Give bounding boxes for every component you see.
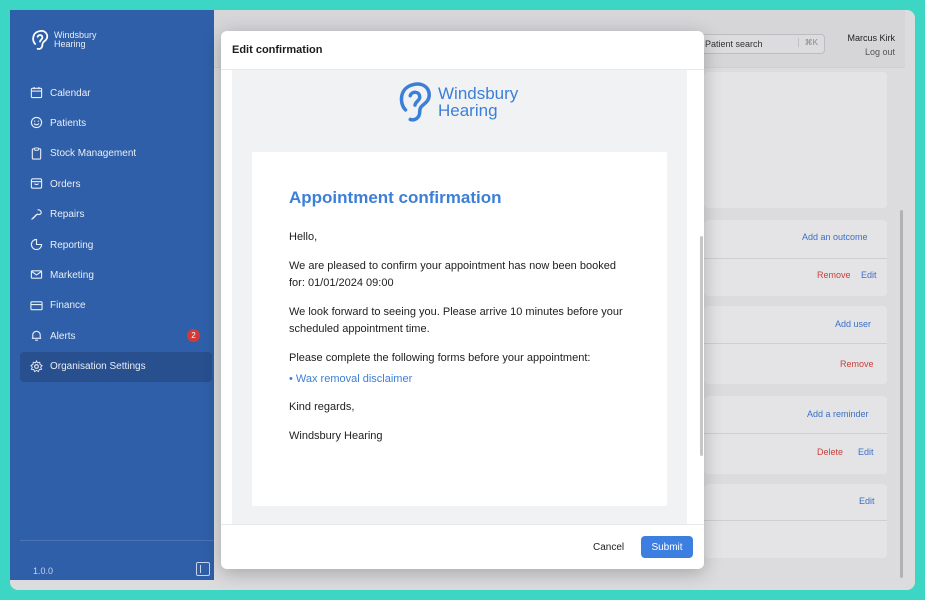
sidebar-item-label: Calendar <box>50 87 91 99</box>
email-paragraph: We look forward to seeing you. Please ar… <box>289 306 623 335</box>
sidebar-item-label: Orders <box>50 178 81 190</box>
sidebar-item-label: Finance <box>50 300 86 312</box>
row-divider <box>704 258 887 259</box>
remove-user-link[interactable]: Remove <box>840 359 874 369</box>
sidebar-item-repairs[interactable]: Repairs <box>20 200 212 230</box>
wax-removal-form-link[interactable]: • Wax removal disclaimer <box>289 373 630 385</box>
sidebar-item-organisation-settings[interactable]: Organisation Settings <box>20 351 212 382</box>
collapse-sidebar-button[interactable] <box>196 562 210 576</box>
email-greeting: Hello, <box>289 231 318 243</box>
sidebar-item-marketing[interactable]: Marketing <box>20 260 212 290</box>
sidebar-item-label: Repairs <box>50 209 85 221</box>
sidebar-nav: Calendar Patients Stock Management Order… <box>20 78 212 382</box>
sidebar-item-label: Reporting <box>50 239 94 251</box>
mail-icon <box>30 270 43 280</box>
ear-logo-icon <box>399 82 431 122</box>
email-closing: Kind regards, <box>289 401 355 413</box>
modal-title: Edit confirmation <box>221 31 704 70</box>
sidebar-divider <box>20 540 214 541</box>
email-paragraph: We are pleased to confirm your appointme… <box>289 260 616 289</box>
bell-icon <box>31 330 42 341</box>
sidebar-item-calendar[interactable]: Calendar <box>20 78 212 108</box>
sidebar-item-reporting[interactable]: Reporting <box>20 230 212 260</box>
user-name: Marcus Kirk <box>847 33 895 43</box>
pie-chart-icon <box>30 238 43 251</box>
search-shortcut: ⌘K <box>797 38 818 47</box>
add-reminder-link[interactable]: Add a reminder <box>807 409 869 419</box>
modal-scrollbar[interactable] <box>700 236 703 456</box>
email-preview: Windsbury Hearing Appointment confirmati… <box>232 70 687 524</box>
email-card: Appointment confirmation Hello, We are p… <box>252 152 667 506</box>
edit-confirmation-modal: Edit confirmation Windsbury Hearing Appo… <box>221 31 704 569</box>
search-label: Patient search <box>705 39 763 49</box>
row-divider <box>704 343 887 344</box>
logout-link[interactable]: Log out <box>865 47 895 57</box>
app-version: 1.0.0 <box>33 566 54 576</box>
gear-icon <box>30 359 43 372</box>
ear-logo-icon <box>32 30 49 50</box>
credit-card-icon <box>30 300 43 310</box>
brand-name-line2: Hearing <box>54 39 86 49</box>
add-outcome-link[interactable]: Add an outcome <box>802 232 868 242</box>
edit-confirmation-link[interactable]: Edit <box>859 496 875 506</box>
background-card <box>704 72 887 208</box>
delete-link[interactable]: Delete <box>817 447 843 457</box>
alerts-count-badge: 2 <box>187 329 200 343</box>
sidebar-item-label: Organisation Settings <box>50 361 146 373</box>
email-title: Appointment confirmation <box>289 188 502 207</box>
sidebar-item-orders[interactable]: Orders <box>20 169 212 199</box>
cancel-button[interactable]: Cancel <box>593 542 624 553</box>
logo-line2: Hearing <box>438 101 498 120</box>
edit-reminder-link[interactable]: Edit <box>858 447 874 457</box>
page-scrollbar[interactable] <box>900 210 903 578</box>
email-signature: Windsbury Hearing <box>289 430 383 442</box>
email-paragraph: Please complete the following forms befo… <box>289 352 591 364</box>
users-card <box>704 306 887 384</box>
submit-button[interactable]: Submit <box>641 536 693 558</box>
modal-footer: Cancel Submit <box>221 524 704 569</box>
sidebar-item-label: Alerts <box>50 330 76 342</box>
calendar-icon <box>30 86 43 99</box>
clipboard-icon <box>31 147 42 160</box>
row-divider <box>704 433 887 434</box>
sidebar-item-patients[interactable]: Patients <box>20 108 212 138</box>
sidebar: Windsbury Hearing Calendar Patients Stoc… <box>10 10 214 580</box>
sidebar-item-finance[interactable]: Finance <box>20 291 212 321</box>
remove-link[interactable]: Remove <box>817 270 851 280</box>
sidebar-item-alerts[interactable]: Alerts 2 <box>20 321 212 351</box>
sidebar-item-label: Stock Management <box>50 148 137 160</box>
smile-icon <box>30 117 43 129</box>
logo-line1: Windsbury <box>438 84 519 103</box>
sidebar-item-stock-management[interactable]: Stock Management <box>20 139 212 169</box>
box-icon <box>30 178 43 189</box>
row-divider <box>704 520 887 521</box>
sidebar-item-label: Patients <box>50 118 87 130</box>
reminders-card <box>704 396 887 474</box>
sidebar-item-label: Marketing <box>50 270 94 282</box>
wrench-icon <box>31 208 42 220</box>
patient-search-input[interactable]: Patient search ⌘K <box>690 34 825 54</box>
brand: Windsbury Hearing <box>30 28 97 52</box>
add-user-link[interactable]: Add user <box>835 319 871 329</box>
edit-link[interactable]: Edit <box>861 270 877 280</box>
email-logo: Windsbury Hearing <box>396 78 518 126</box>
